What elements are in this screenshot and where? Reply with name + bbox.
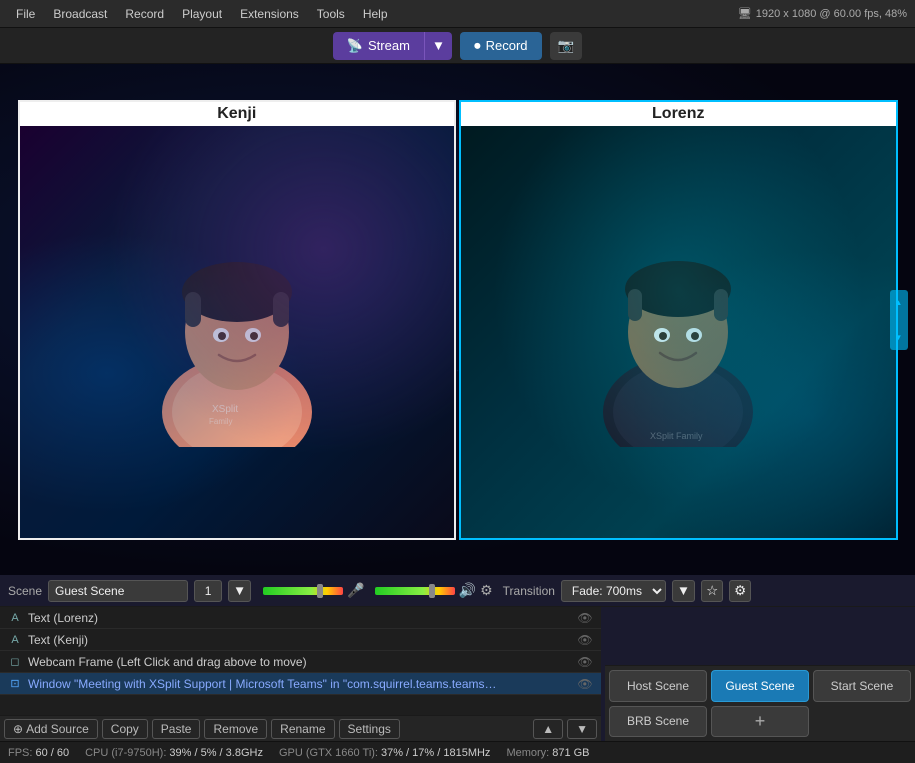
menu-record[interactable]: Record <box>117 4 172 24</box>
sources-list: A Text (Lorenz) 👁 A Text (Kenji) 👁 ◻ Web… <box>0 607 601 715</box>
scene-button-add[interactable]: + <box>711 706 809 738</box>
scene-number-dropdown[interactable]: ▼ <box>228 580 251 602</box>
record-icon: ⏺ <box>474 38 481 54</box>
sources-area: A Text (Lorenz) 👁 A Text (Kenji) 👁 ◻ Web… <box>0 607 915 741</box>
audio-bar-thumb-1[interactable] <box>317 584 323 598</box>
transition-select[interactable]: Fade: 700ms <box>561 580 666 602</box>
monitor-icon: 🖥 <box>738 7 752 20</box>
paste-source-button[interactable]: Paste <box>152 719 201 739</box>
svg-text:XSplit Family: XSplit Family <box>650 431 703 441</box>
status-fps: FPS: 60 / 60 <box>8 747 69 759</box>
source-icon-text: A <box>8 611 22 625</box>
menu-tools[interactable]: Tools <box>309 4 353 24</box>
stream-dropdown-button[interactable]: ▼ <box>424 32 452 60</box>
panel-resize-handle[interactable]: ▲ ▼ <box>890 290 908 350</box>
status-cpu: CPU (i7-9750H): 39% / 5% / 3.8GHz <box>85 747 263 759</box>
source-visible-1[interactable]: 👁 <box>577 632 593 648</box>
menu-playout[interactable]: Playout <box>174 4 230 24</box>
add-source-button[interactable]: ⊕ Add Source <box>4 719 98 739</box>
scene-button-start[interactable]: Start Scene <box>813 670 911 702</box>
scene-label: Scene <box>8 584 42 598</box>
audio-settings-icon[interactable]: ⚙ <box>480 582 493 599</box>
guest-label-lorenz: Lorenz <box>461 102 896 126</box>
kenji-avatar: XSplit Family <box>127 217 347 447</box>
status-bar: FPS: 60 / 60 CPU (i7-9750H): 39% / 5% / … <box>0 741 915 763</box>
add-icon: ⊕ <box>13 722 23 736</box>
source-move-up-button[interactable]: ▲ <box>533 719 563 739</box>
guest-video-kenji: XSplit Family <box>20 126 455 538</box>
audio-bar-1 <box>263 587 343 595</box>
status-gpu: GPU (GTX 1660 Ti): 37% / 17% / 1815MHz <box>279 747 490 759</box>
settings-source-button[interactable]: Settings <box>339 719 400 739</box>
guest-panel-lorenz: Lorenz <box>459 100 898 540</box>
lorenz-avatar: XSplit Family <box>568 217 788 447</box>
scene-number-input[interactable] <box>194 580 222 602</box>
source-icon-webcam: ◻ <box>8 655 22 669</box>
status-memory: Memory: 871 GB <box>506 747 589 759</box>
sources-toolbar: ⊕ Add Source Copy Paste Remove Rename Se… <box>0 715 601 741</box>
resolution-info: 🖥 1920 x 1080 @ 60.00 fps, 48% <box>738 7 907 20</box>
source-move-down-button[interactable]: ▼ <box>567 719 597 739</box>
rename-source-button[interactable]: Rename <box>271 719 334 739</box>
audio-bar-group-2: 🔊 ⚙ <box>375 582 493 599</box>
menu-broadcast[interactable]: Broadcast <box>45 4 115 24</box>
menu-help[interactable]: Help <box>355 4 396 24</box>
mic-icon[interactable]: 🎤 <box>347 582 364 599</box>
transition-star-btn[interactable]: ☆ <box>701 580 723 602</box>
audio-bar-2 <box>375 587 455 595</box>
stream-icon: 📡 <box>347 38 363 54</box>
copy-source-button[interactable]: Copy <box>102 719 148 739</box>
preview-area: Kenji <box>0 64 915 575</box>
source-name-1: Text (Kenji) <box>28 633 571 647</box>
source-icon-window: ⊡ <box>8 677 22 691</box>
menu-extensions[interactable]: Extensions <box>232 4 307 24</box>
scene-button-host[interactable]: Host Scene <box>609 670 707 702</box>
sources-left: A Text (Lorenz) 👁 A Text (Kenji) 👁 ◻ Web… <box>0 607 601 741</box>
guest-panel-kenji: Kenji <box>18 100 457 540</box>
source-item-3[interactable]: ⊡ Window "Meeting with XSplit Support | … <box>0 673 601 695</box>
source-icon-text-1: A <box>8 633 22 647</box>
screenshot-button[interactable]: 📷 <box>550 32 583 60</box>
audio-bar-thumb-2[interactable] <box>429 584 435 598</box>
stream-button-group: 📡 Stream ▼ <box>333 32 452 60</box>
source-name-2: Webcam Frame (Left Click and drag above … <box>28 655 571 669</box>
scene-buttons-panel: Host Scene Guest Scene Start Scene BRB S… <box>605 665 915 741</box>
preview-content: Kenji <box>18 100 898 540</box>
source-visible-3[interactable]: 👁 <box>577 676 593 692</box>
source-visible-2[interactable]: 👁 <box>577 654 593 670</box>
source-visible-0[interactable]: 👁 <box>577 610 593 626</box>
source-name-0: Text (Lorenz) <box>28 611 571 625</box>
transition-dropdown-btn[interactable]: ▼ <box>672 580 695 602</box>
speaker-icon[interactable]: 🔊 <box>459 582 476 599</box>
stream-button[interactable]: 📡 Stream <box>333 32 424 60</box>
scene-button-brb[interactable]: BRB Scene <box>609 706 707 738</box>
guest-label-kenji: Kenji <box>20 102 455 126</box>
source-item-0[interactable]: A Text (Lorenz) 👁 <box>0 607 601 629</box>
lower-section: Scene ▼ 🎤 🔊 ⚙ Transition Fade: 700ms ▼ ☆… <box>0 575 915 741</box>
chevron-down-icon: ▼ <box>432 38 445 53</box>
guest-video-lorenz: XSplit Family <box>461 126 896 538</box>
svg-text:XSplit: XSplit <box>212 404 238 415</box>
source-item-2[interactable]: ◻ Webcam Frame (Left Click and drag abov… <box>0 651 601 673</box>
kenji-background: XSplit Family <box>20 126 455 538</box>
menu-file[interactable]: File <box>8 4 43 24</box>
transition-settings-btn[interactable]: ⚙ <box>729 580 751 602</box>
remove-source-button[interactable]: Remove <box>204 719 267 739</box>
scene-button-guest[interactable]: Guest Scene <box>711 670 809 702</box>
source-name-3: Window "Meeting with XSplit Support | Mi… <box>28 677 571 691</box>
audio-bar-group-1: 🎤 <box>263 582 364 599</box>
transition-label: Transition <box>503 584 555 598</box>
screenshot-icon: 📷 <box>558 38 575 54</box>
source-item-1[interactable]: A Text (Kenji) 👁 <box>0 629 601 651</box>
record-button[interactable]: ⏺ Record <box>460 32 541 60</box>
lorenz-background: XSplit Family <box>461 126 896 538</box>
scene-name-input[interactable] <box>48 580 188 602</box>
svg-text:Family: Family <box>209 417 233 426</box>
toolbar: 📡 Stream ▼ ⏺ Record 📷 <box>0 28 915 64</box>
menu-bar: File Broadcast Record Playout Extensions… <box>0 0 915 28</box>
scene-row: Scene ▼ 🎤 🔊 ⚙ Transition Fade: 700ms ▼ ☆… <box>0 575 915 607</box>
